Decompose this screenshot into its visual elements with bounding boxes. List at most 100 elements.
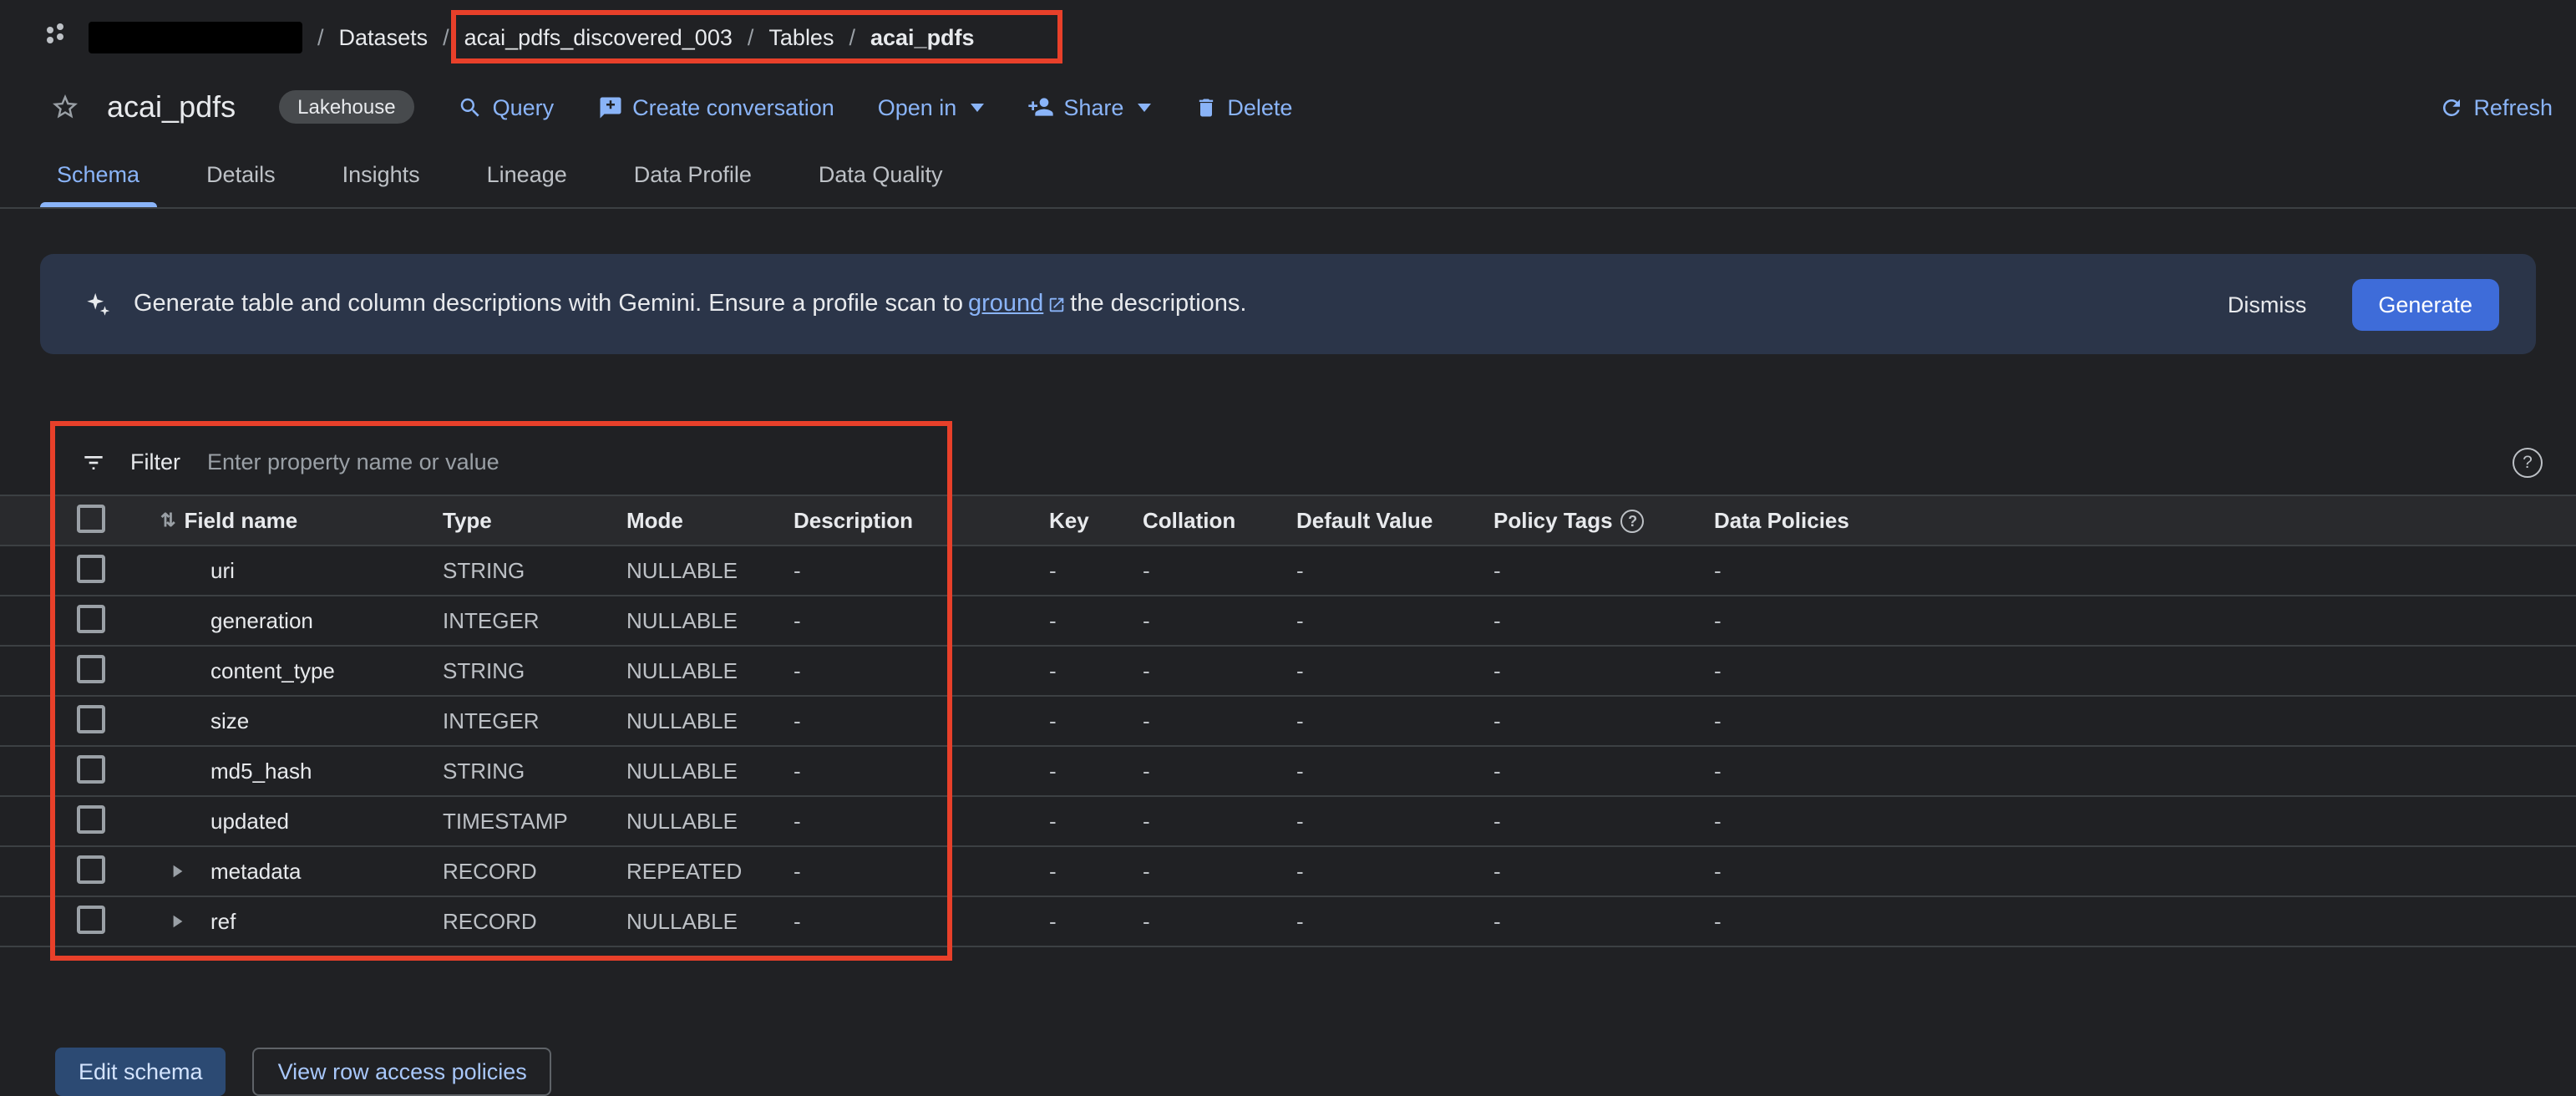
cell-default-value: - xyxy=(1296,608,1493,633)
select-all-checkbox[interactable] xyxy=(77,504,105,532)
cell-data-policies: - xyxy=(1714,759,2576,784)
page-title: acai_pdfs xyxy=(107,89,236,124)
dismiss-button[interactable]: Dismiss xyxy=(2204,278,2330,330)
breadcrumb-separator: / xyxy=(748,24,754,49)
generate-button[interactable]: Generate xyxy=(2351,278,2499,330)
cell-key: - xyxy=(1049,708,1143,733)
create-conversation-button[interactable]: Create conversation xyxy=(597,94,834,119)
help-icon[interactable]: ? xyxy=(2513,447,2543,477)
filter-label: Filter xyxy=(130,449,180,474)
breadcrumb-item-dataset-name[interactable]: acai_pdfs_discovered_003 xyxy=(464,24,733,49)
gemini-banner: Generate table and column descriptions w… xyxy=(40,254,2536,354)
expand-icon[interactable] xyxy=(160,864,210,879)
open-in-button[interactable]: Open in xyxy=(878,94,984,119)
table-row: md5_hash STRING NULLABLE - - - - - - xyxy=(0,747,2576,797)
row-checkbox[interactable] xyxy=(77,905,105,933)
cell-field-name: content_type xyxy=(210,658,443,683)
cell-type: STRING xyxy=(443,558,626,583)
external-link-icon xyxy=(1047,295,1065,313)
delete-button[interactable]: Delete xyxy=(1194,94,1292,119)
refresh-button[interactable]: Refresh xyxy=(2438,94,2553,119)
query-button[interactable]: Query xyxy=(458,94,555,119)
cell-collation: - xyxy=(1143,859,1296,884)
column-header-mode: Mode xyxy=(626,508,794,533)
cell-policy-tags: - xyxy=(1493,809,1714,834)
row-checkbox[interactable] xyxy=(77,604,105,632)
row-checkbox[interactable] xyxy=(77,754,105,783)
cell-field-name: metadata xyxy=(210,859,443,884)
cell-default-value: - xyxy=(1296,909,1493,934)
cell-policy-tags: - xyxy=(1493,708,1714,733)
cell-policy-tags: - xyxy=(1493,658,1714,683)
table-row: generation INTEGER NULLABLE - - - - - - xyxy=(0,596,2576,647)
cell-collation: - xyxy=(1143,608,1296,633)
row-checkbox[interactable] xyxy=(77,704,105,733)
cell-mode: NULLABLE xyxy=(626,658,794,683)
chevron-down-icon xyxy=(970,103,983,111)
share-button[interactable]: Share xyxy=(1027,94,1150,120)
cell-field-name: md5_hash xyxy=(210,759,443,784)
breadcrumb-item-tables[interactable]: Tables xyxy=(768,24,834,49)
cell-mode: REPEATED xyxy=(626,859,794,884)
app-logo-icon xyxy=(43,22,74,52)
cell-description: - xyxy=(794,909,1049,934)
cell-data-policies: - xyxy=(1714,558,2576,583)
tab-schema[interactable]: Schema xyxy=(23,140,173,207)
cell-policy-tags: - xyxy=(1493,909,1714,934)
column-header-default-value: Default Value xyxy=(1296,508,1493,533)
column-header-collation: Collation xyxy=(1143,508,1296,533)
cell-description: - xyxy=(794,708,1049,733)
tab-data-quality[interactable]: Data Quality xyxy=(785,140,976,207)
breadcrumb-separator: / xyxy=(849,24,855,49)
cell-data-policies: - xyxy=(1714,658,2576,683)
breadcrumb: / Datasets / acai_pdfs_discovered_003 / … xyxy=(0,0,2576,74)
ground-link[interactable]: ground xyxy=(968,291,1065,317)
policy-tags-help-icon[interactable]: ? xyxy=(1621,509,1645,532)
chat-plus-icon xyxy=(597,94,622,119)
tab-details[interactable]: Details xyxy=(173,140,309,207)
cell-collation: - xyxy=(1143,658,1296,683)
star-icon[interactable] xyxy=(50,92,80,122)
table-header-row: ⇅ Field name Type Mode Description Key C… xyxy=(0,496,2576,546)
filter-input[interactable] xyxy=(204,448,778,476)
cell-default-value: - xyxy=(1296,759,1493,784)
cell-mode: NULLABLE xyxy=(626,809,794,834)
row-checkbox[interactable] xyxy=(77,554,105,582)
cell-type: INTEGER xyxy=(443,608,626,633)
row-checkbox[interactable] xyxy=(77,804,105,833)
cell-data-policies: - xyxy=(1714,608,2576,633)
row-checkbox[interactable] xyxy=(77,855,105,883)
cell-description: - xyxy=(794,809,1049,834)
cell-mode: NULLABLE xyxy=(626,909,794,934)
sort-icon[interactable]: ⇅ xyxy=(160,510,175,531)
edit-schema-button[interactable]: Edit schema xyxy=(55,1048,226,1096)
cell-key: - xyxy=(1049,909,1143,934)
cell-default-value: - xyxy=(1296,558,1493,583)
breadcrumb-item-table-name: acai_pdfs xyxy=(870,24,975,49)
table-row: size INTEGER NULLABLE - - - - - - xyxy=(0,697,2576,747)
breadcrumb-item-datasets[interactable]: Datasets xyxy=(339,24,428,49)
cell-mode: NULLABLE xyxy=(626,558,794,583)
column-header-field-name[interactable]: Field name xyxy=(184,508,297,533)
cell-policy-tags: - xyxy=(1493,859,1714,884)
person-add-icon xyxy=(1027,94,1053,120)
row-checkbox[interactable] xyxy=(77,654,105,682)
tab-insights[interactable]: Insights xyxy=(309,140,454,207)
lakehouse-badge: Lakehouse xyxy=(279,90,413,124)
cell-field-name: ref xyxy=(210,909,443,934)
expand-icon[interactable] xyxy=(160,914,210,929)
table-row: metadata RECORD REPEATED - - - - - - xyxy=(0,847,2576,897)
table-row: content_type STRING NULLABLE - - - - - - xyxy=(0,647,2576,697)
column-header-data-policies: Data Policies xyxy=(1714,508,2576,533)
refresh-icon xyxy=(2438,94,2463,119)
column-header-type: Type xyxy=(443,508,626,533)
cell-data-policies: - xyxy=(1714,708,2576,733)
table-row: updated TIMESTAMP NULLABLE - - - - - - xyxy=(0,797,2576,847)
view-row-access-policies-button[interactable]: View row access policies xyxy=(253,1048,552,1096)
cell-description: - xyxy=(794,608,1049,633)
cell-mode: NULLABLE xyxy=(626,759,794,784)
cell-default-value: - xyxy=(1296,859,1493,884)
tab-lineage[interactable]: Lineage xyxy=(454,140,601,207)
cell-description: - xyxy=(794,759,1049,784)
tab-data-profile[interactable]: Data Profile xyxy=(601,140,785,207)
